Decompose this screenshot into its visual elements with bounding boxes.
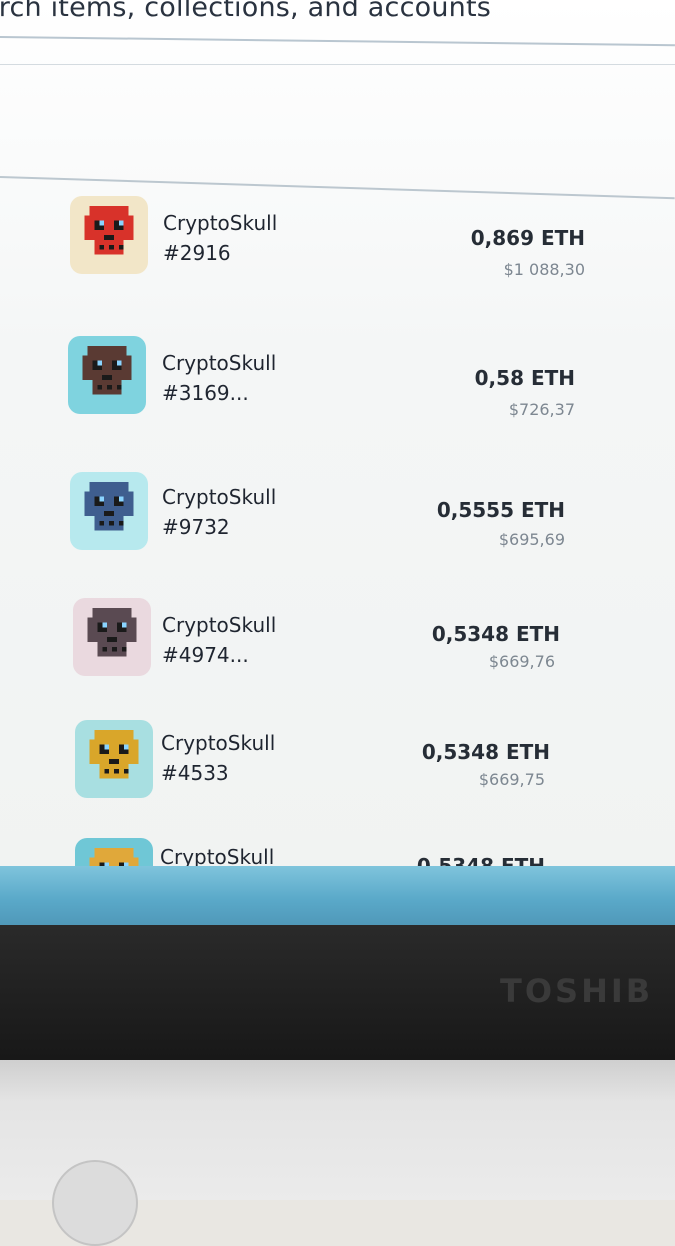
search-placeholder[interactable]: arch items, collections, and accounts xyxy=(0,0,491,23)
collection-name: CryptoSkull xyxy=(162,351,277,375)
nft-name: CryptoSkull #3169... xyxy=(162,348,276,408)
result-row[interactable]: CryptoSkull #4533 0,5348 ETH $669,75 xyxy=(0,718,675,828)
token-id: #3169... xyxy=(162,381,249,405)
header-divider xyxy=(0,64,675,65)
usd-price: $726,37 xyxy=(508,400,575,419)
nft-name: CryptoSkull #4974... xyxy=(162,610,276,670)
collection-name: CryptoSkull xyxy=(162,613,277,637)
collection-name: CryptoSkull xyxy=(162,485,277,509)
usd-price: $1 088,30 xyxy=(503,260,585,279)
eth-price: 0,5555 ETH xyxy=(436,498,565,522)
usd-price: $695,69 xyxy=(498,530,565,549)
eth-price: 0,5348 ETH xyxy=(421,740,550,764)
token-id: #4533 xyxy=(161,761,229,785)
result-row[interactable]: CryptoSkull #9732 0,5555 ETH $695,69 xyxy=(0,466,675,576)
result-row[interactable]: CryptoSkull #3169... 0,58 ETH $726,37 xyxy=(0,330,675,440)
result-row[interactable]: CryptoSkull #4974... 0,5348 ETH $669,76 xyxy=(0,594,675,704)
token-id: #2916 xyxy=(163,241,231,265)
nft-thumbnail xyxy=(75,720,153,798)
nft-thumbnail xyxy=(70,196,148,274)
result-row[interactable]: CryptoSkull #2916 0,869 ETH $1 088,30 xyxy=(0,192,675,302)
eth-price: 0,58 ETH xyxy=(474,366,575,390)
eth-price: 0,5348 ETH xyxy=(431,622,560,646)
usd-price: $669,75 xyxy=(478,770,545,789)
search-underline xyxy=(0,36,675,47)
nft-name: CryptoSkull #2916 xyxy=(163,208,277,268)
browser-screen: arch items, collections, and accounts Cr… xyxy=(0,0,675,880)
brand-logo: TOSHIB xyxy=(500,972,654,1010)
collection-name: CryptoSkull xyxy=(161,731,276,755)
nft-thumbnail xyxy=(70,472,148,550)
collection-name: CryptoSkull xyxy=(163,211,278,235)
nft-thumbnail xyxy=(73,598,151,676)
usd-price: $669,76 xyxy=(488,652,555,671)
nft-name: CryptoSkull #4533 xyxy=(161,728,275,788)
token-id: #4974... xyxy=(162,643,249,667)
nft-name: CryptoSkull #9732 xyxy=(162,482,276,542)
token-id: #9732 xyxy=(162,515,230,539)
power-button[interactable] xyxy=(52,1160,138,1246)
nft-thumbnail xyxy=(68,336,146,414)
eth-price: 0,869 ETH xyxy=(470,226,585,250)
